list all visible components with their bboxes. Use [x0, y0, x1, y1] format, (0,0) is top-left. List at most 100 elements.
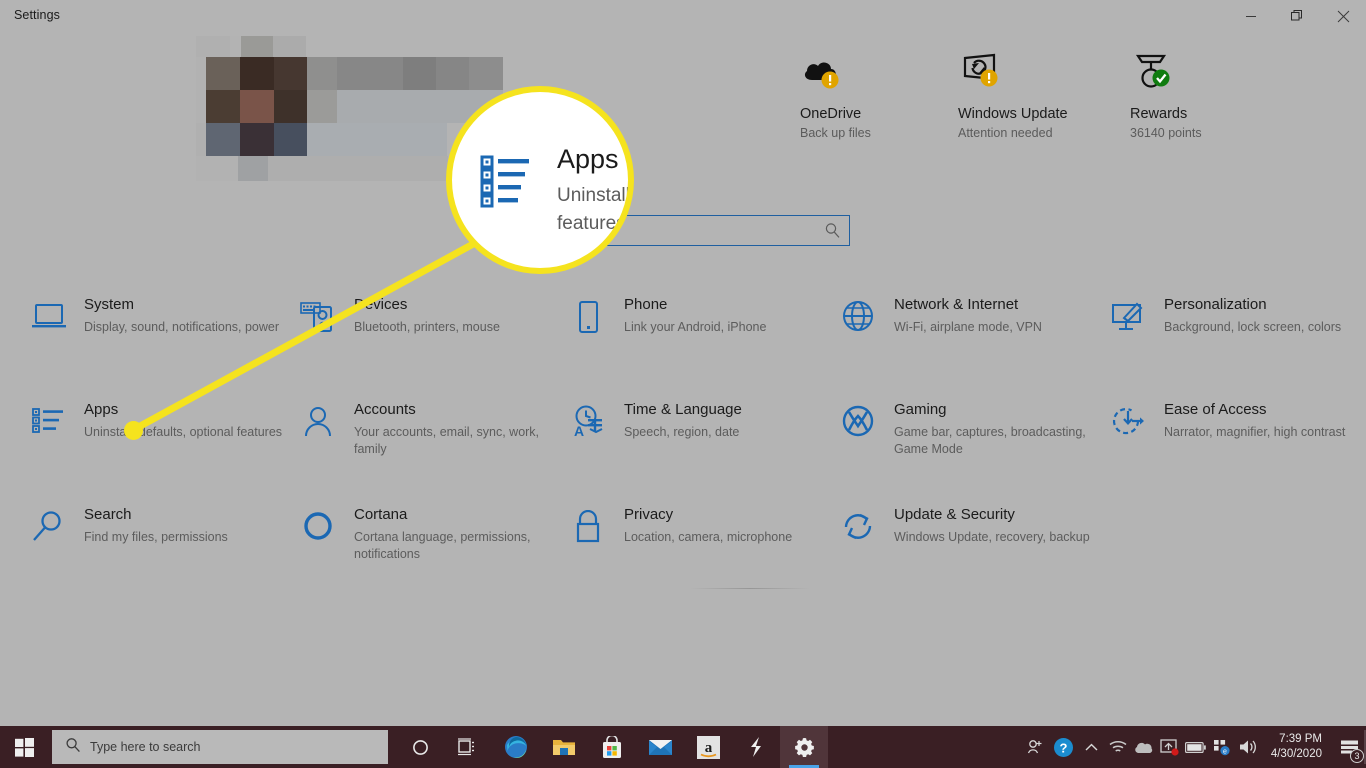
- restore-button[interactable]: [1274, 0, 1320, 32]
- settings-tile-network-internet[interactable]: Network & Internet Wi-Fi, airplane mode,…: [840, 296, 1090, 392]
- tile-text: Accounts Your accounts, email, sync, wor…: [354, 401, 554, 458]
- svg-text:?: ?: [1060, 740, 1068, 755]
- callout-magnifier: Apps Uninstall, features: [446, 86, 634, 274]
- tile-title: Ease of Access: [1164, 401, 1267, 418]
- taskbar-search-box[interactable]: Type here to search: [52, 730, 388, 764]
- tile-title: Gaming: [894, 401, 947, 418]
- system-tray: ? e 7:39 PM 4/30/2020 3: [1023, 726, 1366, 768]
- tile-subtitle: Wi-Fi, airplane mode, VPN: [894, 320, 1042, 334]
- time-language-icon: A: [570, 405, 614, 445]
- close-button[interactable]: [1320, 0, 1366, 32]
- start-button[interactable]: [0, 726, 48, 768]
- tile-text: Phone Link your Android, iPhone: [624, 296, 824, 336]
- phone-icon: [570, 300, 614, 340]
- taskbar-search-placeholder: Type here to search: [90, 740, 201, 754]
- tile-subtitle: Link your Android, iPhone: [624, 320, 767, 334]
- search-magnifier-icon: [30, 510, 74, 550]
- onedrive-tray-icon[interactable]: [1131, 726, 1157, 768]
- window-controls: [1228, 0, 1366, 32]
- people-icon[interactable]: [1023, 726, 1049, 768]
- file-explorer-icon[interactable]: [540, 726, 588, 768]
- settings-row: Apps Uninstall, defaults, optional featu…: [0, 401, 1366, 506]
- volume-icon[interactable]: [1235, 726, 1263, 768]
- microsoft-store-icon[interactable]: [588, 726, 636, 768]
- taskbar-clock[interactable]: 7:39 PM 4/30/2020: [1263, 732, 1332, 762]
- settings-tile-accounts[interactable]: Accounts Your accounts, email, sync, wor…: [300, 401, 550, 497]
- sync-arrows-icon: [840, 510, 884, 550]
- minimize-button[interactable]: [1228, 0, 1274, 32]
- tile-title: System: [84, 296, 135, 313]
- tile-title: Accounts: [354, 401, 416, 418]
- help-circle-icon[interactable]: ?: [1049, 726, 1079, 768]
- tile-text: Gaming Game bar, captures, broadcasting,…: [894, 401, 1094, 458]
- settings-row: System Display, sound, notifications, po…: [0, 296, 1366, 401]
- settings-tile-time-language[interactable]: A Time & Language Speech, region, date: [570, 401, 820, 497]
- tile-text: System Display, sound, notifications, po…: [84, 296, 284, 336]
- tile-subtitle: Your accounts, email, sync, work, family: [354, 425, 540, 456]
- microsoft-edge-icon[interactable]: [492, 726, 540, 768]
- personalization-icon: [1110, 300, 1154, 340]
- settings-tile-ease-of-access[interactable]: Ease of Access Narrator, magnifier, high…: [1110, 401, 1360, 497]
- status-rewards[interactable]: Rewards 36140 points: [1130, 52, 1320, 140]
- tile-title: Apps: [84, 401, 119, 418]
- action-center-button[interactable]: 3: [1332, 726, 1366, 768]
- svg-text:a: a: [704, 740, 712, 756]
- taskbar-app-icons: a: [396, 726, 828, 768]
- settings-tile-update-security[interactable]: Update & Security Windows Update, recove…: [840, 506, 1090, 602]
- ease-of-access-icon: [1110, 405, 1154, 445]
- tile-text: Privacy Location, camera, microphone: [624, 506, 824, 546]
- tile-text: Apps Uninstall, defaults, optional featu…: [84, 401, 284, 441]
- tile-text: Search Find my files, permissions: [84, 506, 284, 546]
- settings-tile-system[interactable]: System Display, sound, notifications, po…: [30, 296, 280, 392]
- settings-tile-apps[interactable]: Apps Uninstall, defaults, optional featu…: [30, 401, 282, 497]
- settings-tile-search[interactable]: Search Find my files, permissions: [30, 506, 280, 602]
- rewards-medal-icon: [1130, 52, 1320, 98]
- clock-time: 7:39 PM: [1279, 733, 1322, 745]
- tile-subtitle: Find my files, permissions: [84, 530, 228, 544]
- status-windows-update[interactable]: Windows Update Attention needed: [958, 52, 1148, 140]
- task-view-icon[interactable]: [444, 726, 492, 768]
- tile-title: Personalization: [1164, 296, 1267, 313]
- taskbar: Type here to search a ? e 7:39 PM 4/30/2…: [0, 726, 1366, 768]
- tile-subtitle: Cortana language, permissions, notificat…: [354, 530, 531, 561]
- tile-title: Cortana: [354, 506, 408, 523]
- mail-icon[interactable]: [636, 726, 684, 768]
- svg-text:A: A: [574, 423, 584, 439]
- display-update-icon[interactable]: [1157, 726, 1183, 768]
- tile-text: Ease of Access Narrator, magnifier, high…: [1164, 401, 1364, 441]
- search-icon: [824, 222, 841, 244]
- search-icon: [65, 737, 81, 758]
- settings-tile-personalization[interactable]: Personalization Background, lock screen,…: [1110, 296, 1360, 392]
- show-hidden-icons-chevron[interactable]: [1079, 726, 1105, 768]
- amazon-icon[interactable]: a: [684, 726, 732, 768]
- settings-gear-icon[interactable]: [780, 726, 828, 768]
- tile-text: Devices Bluetooth, printers, mouse: [354, 296, 554, 336]
- callout-hotspot: [124, 421, 143, 440]
- settings-tile-phone[interactable]: Phone Link your Android, iPhone: [570, 296, 820, 392]
- settings-tile-gaming[interactable]: Gaming Game bar, captures, broadcasting,…: [840, 401, 1090, 497]
- tile-subtitle: Location, camera, microphone: [624, 530, 793, 544]
- apps-list-icon: [480, 154, 540, 215]
- tile-title: Privacy: [624, 506, 674, 523]
- tile-title: Search: [84, 506, 132, 523]
- tile-title: Time & Language: [624, 401, 742, 418]
- lightning-app-icon[interactable]: [732, 726, 780, 768]
- wifi-icon[interactable]: [1105, 726, 1131, 768]
- settings-window: Settings OneDrive Back up files Windows …: [0, 0, 1366, 768]
- settings-tile-devices[interactable]: Devices Bluetooth, printers, mouse: [300, 296, 550, 392]
- xbox-icon: [840, 405, 884, 445]
- settings-grid: System Display, sound, notifications, po…: [0, 296, 1366, 611]
- person-icon: [300, 405, 344, 445]
- cortana-taskbar-icon[interactable]: [396, 726, 444, 768]
- network-share-icon[interactable]: e: [1209, 726, 1235, 768]
- clock-date: 4/30/2020: [1270, 748, 1322, 760]
- notification-count-badge: 3: [1350, 749, 1364, 763]
- settings-tile-cortana[interactable]: Cortana Cortana language, permissions, n…: [300, 506, 550, 602]
- windows-update-icon: [958, 52, 1148, 98]
- battery-icon[interactable]: [1183, 726, 1209, 768]
- tile-subtitle: Speech, region, date: [624, 425, 740, 439]
- tile-text: Cortana Cortana language, permissions, n…: [354, 506, 554, 563]
- status-subtitle: Attention needed: [958, 126, 1053, 140]
- tile-subtitle: Game bar, captures, broadcasting, Game M…: [894, 425, 1086, 456]
- settings-row: Search Find my files, permissions Cortan…: [0, 506, 1366, 611]
